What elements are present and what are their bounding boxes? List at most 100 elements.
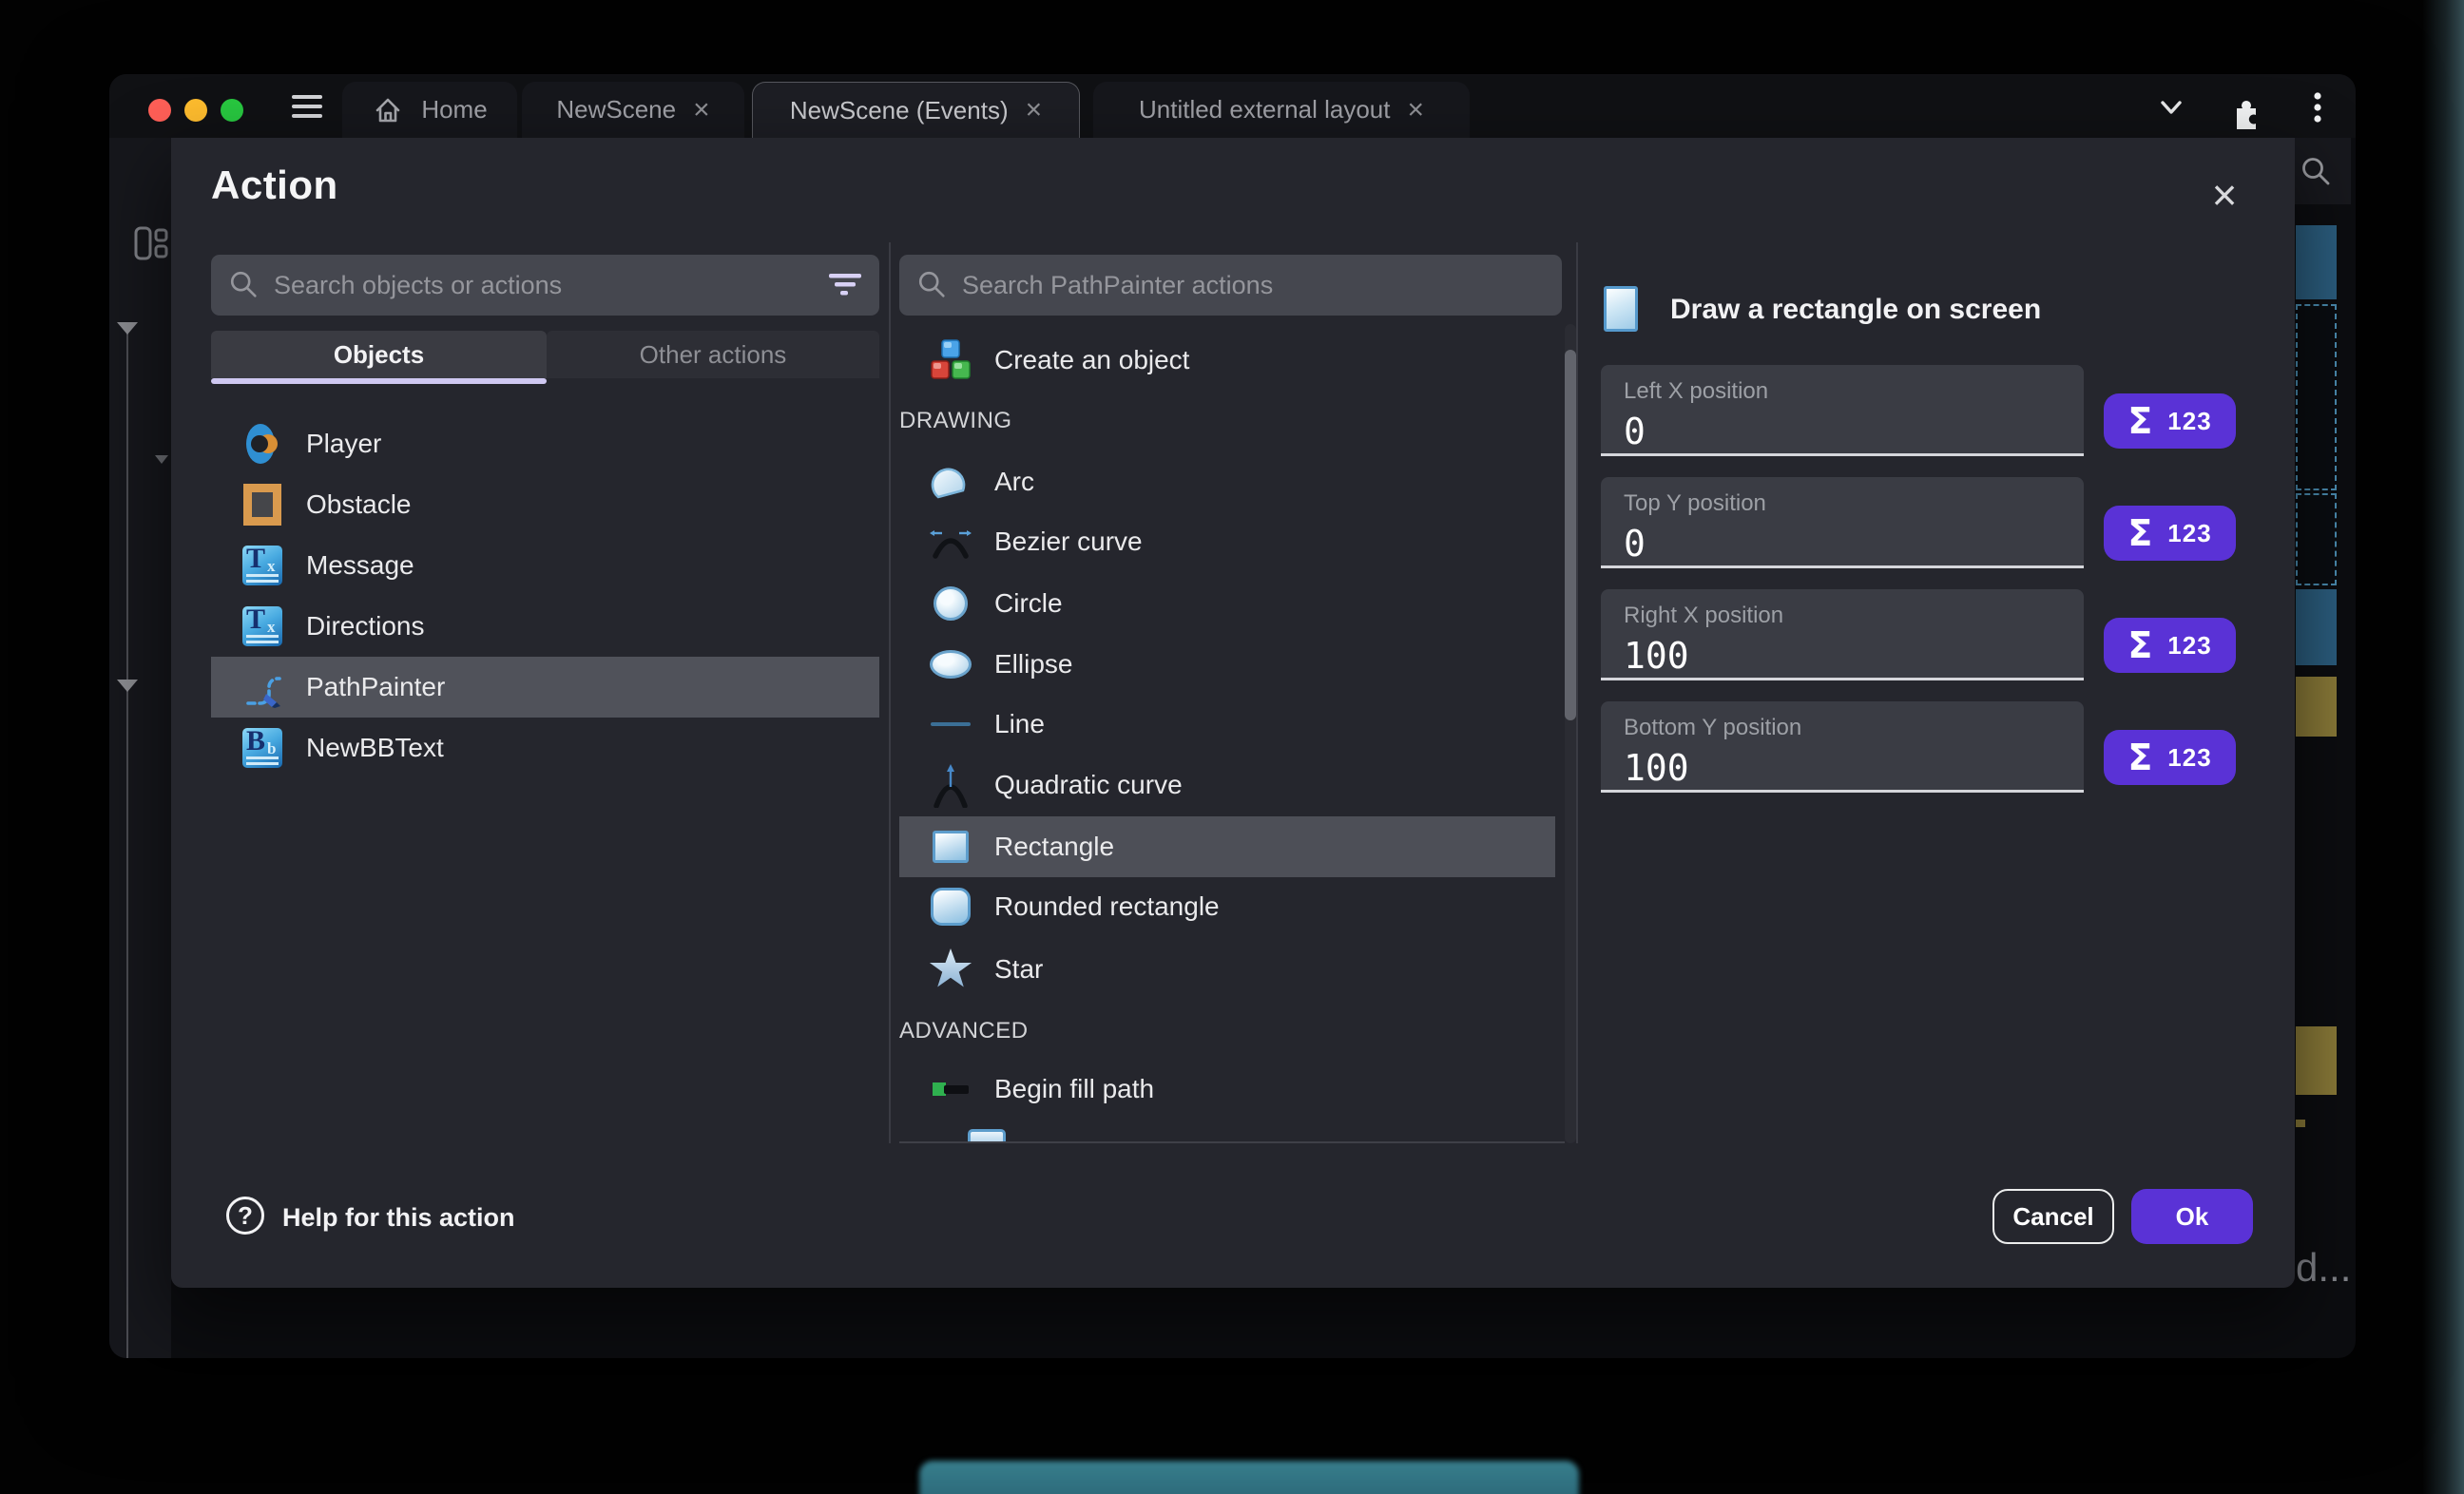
background-panel-left (109, 138, 171, 1358)
action-row-line[interactable]: Line (899, 694, 1555, 755)
tab-label: Other actions (640, 340, 787, 370)
action-row-star[interactable]: Star (899, 939, 1555, 1000)
object-label: Directions (306, 611, 424, 642)
collapse-tabs-button[interactable] (2157, 95, 2185, 124)
app-window: Home NewScene × NewScene (Events) × Unti… (109, 74, 2356, 1358)
tab-home[interactable]: Home (342, 82, 517, 138)
object-row-pathpainter-selected[interactable]: PathPainter (211, 657, 879, 718)
tab-untitled-external-layout[interactable]: Untitled external layout × (1093, 82, 1470, 138)
object-search-input[interactable] (274, 271, 815, 300)
expression-editor-button[interactable]: Σ 123 (2104, 506, 2236, 561)
help-icon[interactable]: ? (226, 1197, 264, 1235)
right-x-position-field[interactable]: Right X position 100 (1601, 589, 2084, 680)
search-icon (916, 269, 949, 301)
close-dialog-button[interactable]: × (2194, 164, 2255, 225)
field-label: Top Y position (1624, 490, 2061, 517)
left-x-position-field[interactable]: Left X position 0 (1601, 365, 2084, 456)
expression-editor-button[interactable]: Σ 123 (2104, 730, 2236, 785)
action-row-quadratic-curve[interactable]: Quadratic curve (899, 755, 1555, 815)
action-row-begin-fill-path[interactable]: Begin fill path (899, 1059, 1555, 1120)
action-search-field[interactable] (899, 255, 1562, 316)
section-header-advanced: ADVANCED (899, 1015, 1555, 1047)
title-bar: Home NewScene × NewScene (Events) × Unti… (109, 74, 2356, 138)
action-row-create-object[interactable]: Create an object (899, 330, 1555, 391)
rounded-rectangle-icon (928, 888, 973, 926)
background-event-block (2296, 589, 2337, 665)
wallpaper-dock-glow (919, 1461, 1579, 1494)
background-clipped-text: d... (2296, 1245, 2351, 1291)
tree-guide-line (126, 330, 128, 1358)
background-events-toolbar (2286, 138, 2351, 204)
expression-editor-button[interactable]: Σ 123 (2104, 618, 2236, 673)
text-object-icon: T x (240, 546, 285, 585)
object-row-player[interactable]: Player (211, 413, 879, 474)
action-row-bezier-curve[interactable]: Bezier curve (899, 511, 1555, 572)
field-label: Right X position (1624, 603, 2061, 629)
help-for-this-action-link[interactable]: Help for this action (282, 1203, 515, 1233)
object-row-message[interactable]: T x Message (211, 535, 879, 596)
dialog-title: Action (211, 163, 338, 208)
obstacle-sprite-icon (240, 484, 285, 526)
action-row-rounded-rectangle[interactable]: Rounded rectangle (899, 876, 1555, 937)
expand-arrow-icon (155, 455, 168, 464)
ok-button[interactable]: Ok (2131, 1189, 2253, 1244)
object-label: Player (306, 429, 381, 459)
active-tab-underline (211, 378, 547, 384)
action-row-ellipse[interactable]: Ellipse (899, 634, 1555, 695)
maximize-window-button[interactable] (221, 99, 243, 122)
column-divider (1576, 242, 1578, 1143)
tab-newscene[interactable]: NewScene × (522, 82, 744, 138)
field-value-input[interactable]: 100 (1624, 635, 2061, 677)
background-event-block (2296, 1120, 2305, 1127)
arc-icon (928, 461, 973, 503)
create-object-icon (928, 338, 973, 382)
background-event-selection (2296, 493, 2337, 585)
action-row-rectangle-selected[interactable]: Rectangle (899, 816, 1555, 877)
object-search-field[interactable] (211, 255, 879, 316)
tab-close-icon[interactable]: × (1026, 96, 1043, 124)
bottom-y-position-field[interactable]: Bottom Y position 100 (1601, 701, 2084, 793)
object-label: Message (306, 550, 414, 581)
field-value-input[interactable]: 0 (1624, 411, 2061, 452)
object-row-obstacle[interactable]: Obstacle (211, 474, 879, 535)
filter-icon[interactable] (828, 272, 862, 298)
field-value-input[interactable]: 100 (1624, 747, 2061, 789)
action-row-arc[interactable]: Arc (899, 451, 1555, 512)
more-options-button[interactable] (2313, 91, 2322, 130)
extensions-button[interactable] (2229, 95, 2263, 134)
minimize-window-button[interactable] (184, 99, 207, 122)
tab-newscene-events[interactable]: NewScene (Events) × (752, 82, 1080, 138)
close-window-button[interactable] (148, 99, 171, 122)
kebab-menu-icon (2313, 91, 2322, 125)
action-label: Rectangle (994, 832, 1114, 862)
tab-close-icon[interactable]: × (693, 96, 710, 124)
search-icon (228, 269, 260, 301)
action-search-input[interactable] (962, 271, 1545, 300)
tab-close-icon[interactable]: × (1407, 96, 1424, 124)
object-row-directions[interactable]: T x Directions (211, 596, 879, 657)
expression-editor-button[interactable]: Σ 123 (2104, 393, 2236, 449)
column-divider (889, 242, 891, 1143)
main-menu-icon[interactable] (292, 89, 322, 124)
action-label: Arc (994, 467, 1034, 497)
player-sprite-icon (240, 420, 285, 468)
tab-label: NewScene (556, 95, 676, 124)
sigma-icon: Σ (2127, 739, 2152, 776)
action-description: Draw a rectangle on screen (1670, 294, 2041, 326)
cancel-button[interactable]: Cancel (1992, 1189, 2114, 1244)
chevron-down-icon (2157, 95, 2185, 120)
action-row-circle[interactable]: Circle (899, 573, 1555, 634)
object-label: NewBBText (306, 733, 444, 763)
actions-scrollbar-thumb[interactable] (1565, 350, 1576, 720)
object-row-newbbtext[interactable]: B b NewBBText (211, 718, 879, 778)
tab-objects[interactable]: Objects (211, 331, 547, 378)
quadratic-curve-icon (928, 762, 973, 808)
action-label: Bezier curve (994, 527, 1143, 557)
tab-label: Home (421, 95, 487, 124)
top-y-position-field[interactable]: Top Y position 0 (1601, 477, 2084, 568)
expand-arrow-icon (117, 680, 138, 692)
field-value-input[interactable]: 0 (1624, 523, 2061, 565)
sigma-icon: Σ (2127, 515, 2152, 551)
search-icon (2300, 155, 2334, 189)
tab-other-actions[interactable]: Other actions (547, 331, 879, 378)
